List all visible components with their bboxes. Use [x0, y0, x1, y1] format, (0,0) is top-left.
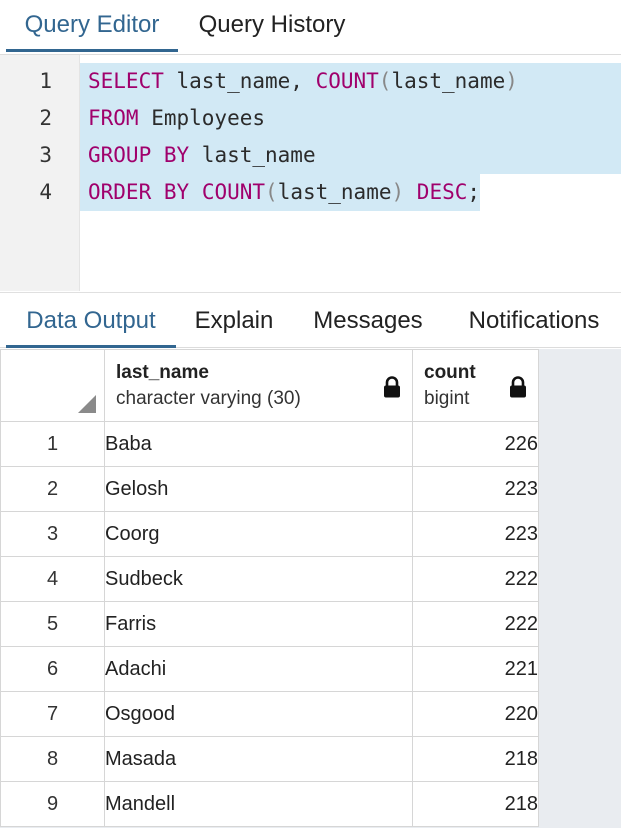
row-number[interactable]: 8: [0, 736, 105, 782]
sql-keyword: ORDER BY: [88, 180, 190, 204]
row-number[interactable]: 4: [0, 556, 105, 602]
line-number-gutter: 1 2 3 4: [0, 55, 80, 291]
column-header-count[interactable]: count bigint: [412, 349, 539, 422]
line-number: 3: [39, 143, 52, 167]
table-row[interactable]: 2 Gelosh 223: [0, 466, 539, 512]
table-row[interactable]: 3 Coorg 223: [0, 511, 539, 557]
row-number[interactable]: 5: [0, 601, 105, 647]
table-row[interactable]: 6 Adachi 221: [0, 646, 539, 692]
cell-count[interactable]: 223: [412, 466, 539, 512]
cell-count[interactable]: 221: [412, 646, 539, 692]
cell-last-name[interactable]: Farris: [104, 601, 413, 647]
sql-punctuation: (: [378, 69, 392, 93]
sql-punctuation: ): [505, 69, 518, 93]
sql-editor[interactable]: 1 2 3 4 SELECT last_name, COUNT(last_nam…: [0, 55, 621, 291]
table-row[interactable]: 8 Masada 218: [0, 736, 539, 782]
code-line[interactable]: ORDER BY COUNT(last_name) DESC;: [80, 174, 481, 211]
column-header-last-name[interactable]: last_name character varying (30): [104, 349, 413, 422]
code-line[interactable]: FROM Employees: [80, 100, 621, 137]
corner-triangle-icon: [78, 395, 96, 413]
sql-keyword: COUNT: [201, 180, 266, 204]
tab-query-editor[interactable]: Query Editor: [6, 0, 178, 52]
sql-text: Employees: [138, 106, 266, 130]
sql-keyword: GROUP BY: [88, 143, 190, 167]
cell-count[interactable]: 220: [412, 691, 539, 737]
sql-keyword: DESC: [416, 180, 468, 204]
sql-keyword: SELECT: [88, 69, 164, 93]
table-row[interactable]: 4 Sudbeck 222: [0, 556, 539, 602]
cell-last-name[interactable]: Coorg: [104, 511, 413, 557]
result-table: last_name character varying (30) count b…: [0, 349, 539, 827]
sql-punctuation: (: [265, 180, 278, 204]
cell-last-name[interactable]: Gelosh: [104, 466, 413, 512]
tab-messages[interactable]: Messages: [300, 293, 436, 348]
lock-icon: [510, 376, 526, 398]
row-number[interactable]: 7: [0, 691, 105, 737]
cell-last-name[interactable]: Osgood: [104, 691, 413, 737]
column-type: character varying (30): [116, 387, 301, 409]
sql-text: last_name: [277, 180, 392, 204]
sql-text: last_name: [189, 143, 316, 167]
output-tab-bar: Data Output Explain Messages Notificatio…: [0, 292, 621, 348]
sql-text: last_name,: [163, 69, 316, 93]
cell-last-name[interactable]: Masada: [104, 736, 413, 782]
sql-text: last_name: [391, 69, 506, 93]
tab-data-output[interactable]: Data Output: [6, 293, 176, 348]
row-number[interactable]: 1: [0, 421, 105, 467]
column-name: last_name: [116, 361, 209, 383]
table-row[interactable]: 1 Baba 226: [0, 421, 539, 467]
row-number[interactable]: 3: [0, 511, 105, 557]
line-number: 1: [39, 69, 52, 93]
row-number[interactable]: 2: [0, 466, 105, 512]
cell-last-name[interactable]: Adachi: [104, 646, 413, 692]
sql-keyword: FROM: [88, 106, 139, 130]
row-number[interactable]: 9: [0, 781, 105, 827]
tab-explain[interactable]: Explain: [183, 293, 285, 348]
cell-count[interactable]: 218: [412, 736, 539, 782]
tab-query-history[interactable]: Query History: [186, 0, 358, 52]
table-row[interactable]: 9 Mandell 218: [0, 781, 539, 827]
sql-punctuation: ): [391, 180, 405, 204]
cell-count[interactable]: 223: [412, 511, 539, 557]
cell-count[interactable]: 226: [412, 421, 539, 467]
row-number[interactable]: 6: [0, 646, 105, 692]
editor-tab-bar: Query Editor Query History: [0, 0, 621, 55]
table-row[interactable]: 5 Farris 222: [0, 601, 539, 647]
table-row[interactable]: 7 Osgood 220: [0, 691, 539, 737]
cell-count[interactable]: 222: [412, 556, 539, 602]
code-area[interactable]: SELECT last_name, COUNT(last_name) FROM …: [80, 55, 621, 291]
cell-last-name[interactable]: Sudbeck: [104, 556, 413, 602]
sql-text: ;: [467, 180, 481, 204]
cell-count[interactable]: 218: [412, 781, 539, 827]
select-all-corner[interactable]: [0, 349, 105, 422]
header-row: last_name character varying (30) count b…: [0, 349, 539, 422]
lock-icon: [384, 376, 400, 398]
line-number: 4: [39, 180, 52, 204]
cell-count[interactable]: 222: [412, 601, 539, 647]
code-line[interactable]: SELECT last_name, COUNT(last_name): [80, 63, 621, 100]
sql-keyword: COUNT: [315, 69, 379, 93]
tab-notifications[interactable]: Notifications: [452, 293, 616, 348]
cell-last-name[interactable]: Baba: [104, 421, 413, 467]
cell-last-name[interactable]: Mandell: [104, 781, 413, 827]
code-line[interactable]: GROUP BY last_name: [80, 137, 621, 174]
result-grid[interactable]: last_name character varying (30) count b…: [0, 349, 621, 828]
line-number: 2: [39, 106, 52, 130]
